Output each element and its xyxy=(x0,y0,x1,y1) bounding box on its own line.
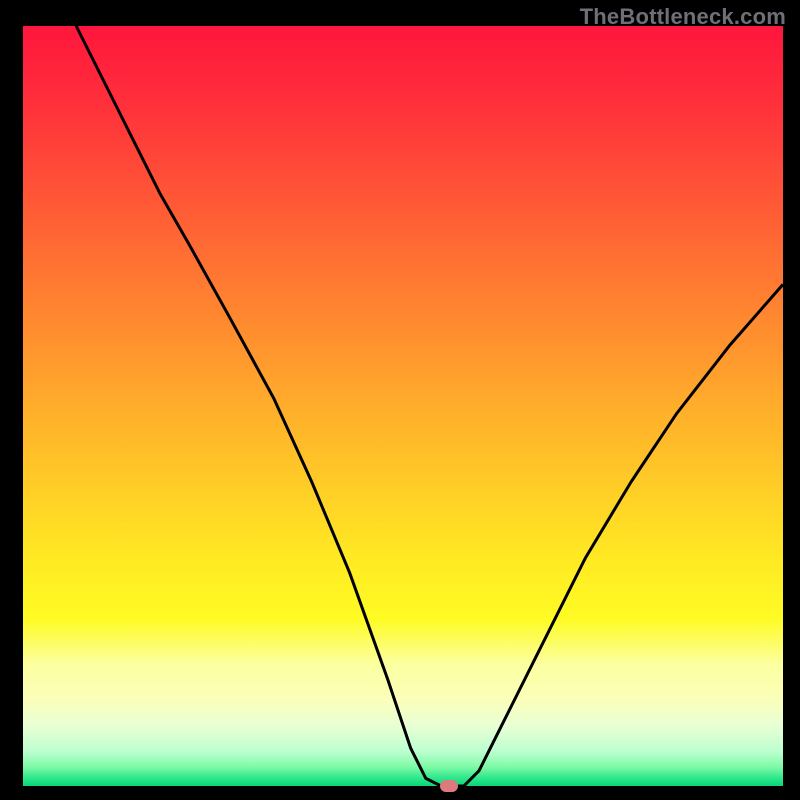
plot-background xyxy=(23,26,783,786)
chart-frame: TheBottleneck.com xyxy=(0,0,800,800)
watermark-text: TheBottleneck.com xyxy=(580,4,786,30)
optimal-point-marker xyxy=(440,780,458,792)
bottleneck-chart xyxy=(0,0,800,800)
